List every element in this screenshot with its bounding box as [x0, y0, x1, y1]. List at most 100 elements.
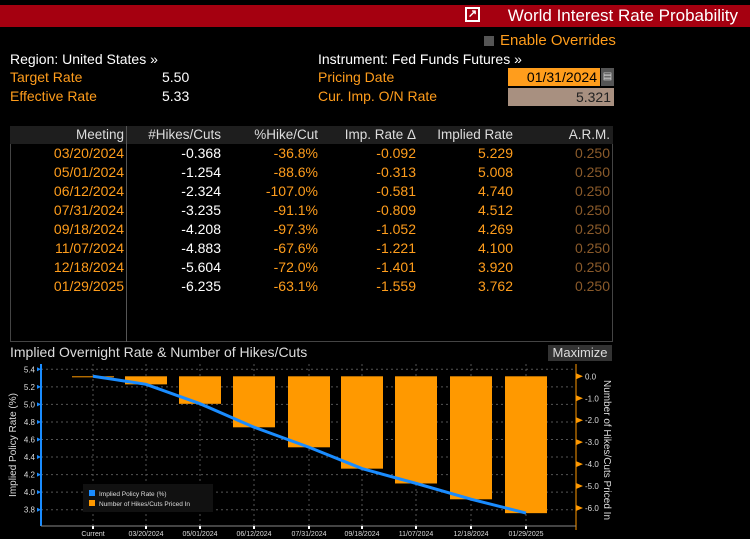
right-tick — [576, 505, 583, 511]
target-rate-value: 5.50 — [162, 69, 190, 85]
right-tick — [576, 483, 583, 490]
column-header[interactable]: Meeting — [26, 126, 124, 144]
y2-axis-label: Number of Hikes/Cuts Priced In — [601, 380, 612, 520]
table-cell: 0.250 — [574, 240, 610, 256]
table-cell: 09/18/2024 — [53, 221, 124, 237]
page-title: World Interest Rate Probability — [507, 6, 738, 25]
table-cell: 5.008 — [477, 164, 513, 180]
table-cell: 03/20/2024 — [53, 145, 124, 161]
x-tick — [199, 526, 201, 529]
x-tick-label: 03/20/2024 — [128, 531, 163, 538]
pricing-date-input[interactable]: 01/31/2024 — [508, 68, 600, 86]
table-cell: 4.740 — [477, 183, 513, 199]
right-tick — [576, 373, 583, 380]
bar — [505, 376, 547, 514]
legend-swatch-line — [89, 490, 95, 496]
table-cell: 0.250 — [574, 259, 610, 275]
legend-label: Implied Policy Rate (%) — [99, 491, 167, 498]
table-cell: -0.809 — [376, 202, 416, 218]
table-cell: 4.269 — [477, 221, 513, 237]
x-tick-label: 09/18/2024 — [344, 531, 379, 538]
table-cell: 4.512 — [477, 202, 513, 218]
x-tick-label: 01/29/2025 — [508, 531, 543, 538]
table-cell: -1.221 — [376, 240, 416, 256]
left-tick-label: 5.0 — [24, 400, 36, 409]
table-cell: -2.324 — [181, 183, 221, 199]
right-tick-label: -5.0 — [585, 482, 599, 491]
table-cell: 0.250 — [574, 164, 610, 180]
left-tick-label: 5.2 — [24, 383, 36, 392]
instrument-selector[interactable]: Instrument: Fed Funds Futures » — [318, 51, 522, 67]
table-cell: 0.250 — [574, 221, 610, 237]
external-link-icon[interactable]: ↗ — [465, 7, 480, 22]
left-tick-label: 5.4 — [24, 365, 36, 374]
table-cell: 12/18/2024 — [53, 259, 124, 275]
right-tick-label: 0.0 — [585, 372, 597, 381]
x-tick-label: 05/01/2024 — [182, 531, 217, 538]
table-cell: -91.1% — [273, 202, 318, 218]
table-cell: -1.254 — [181, 164, 221, 180]
right-tick — [576, 439, 583, 446]
right-tick — [576, 417, 583, 424]
effective-rate-label: Effective Rate — [10, 88, 97, 104]
x-tick — [308, 526, 310, 529]
table-cell: -107.0% — [265, 183, 318, 199]
table-cell: 0.250 — [574, 202, 610, 218]
table-cell: 3.762 — [477, 278, 513, 294]
table-cell: -72.0% — [273, 259, 318, 275]
table-cell: 11/07/2024 — [54, 240, 124, 256]
y-axis-label: Implied Policy Rate (%) — [8, 393, 19, 497]
right-tick — [576, 395, 583, 402]
legend-label: Number of Hikes/Cuts Priced In — [99, 501, 190, 508]
maximize-button[interactable]: Maximize — [548, 345, 612, 361]
column-header[interactable]: %Hike/Cut — [220, 126, 318, 144]
table-cell: 5.229 — [477, 145, 513, 161]
table-cell: 3.920 — [477, 259, 513, 275]
table-cell: -5.604 — [181, 259, 221, 275]
x-tick-label: 07/31/2024 — [291, 531, 326, 538]
right-tick-label: -2.0 — [585, 416, 599, 425]
right-tick — [576, 461, 583, 468]
left-tick-label: 4.4 — [24, 453, 36, 462]
table-cell: -1.559 — [376, 278, 416, 294]
left-tick-label: 3.8 — [24, 506, 36, 515]
table-cell: 01/29/2025 — [53, 278, 124, 294]
bar — [288, 376, 330, 448]
x-tick-label: Current — [81, 531, 104, 538]
x-tick — [361, 526, 363, 529]
x-tick-label: 12/18/2024 — [453, 531, 488, 538]
table-cell: 0.250 — [574, 145, 610, 161]
right-tick-label: -3.0 — [585, 438, 599, 447]
calendar-icon[interactable]: ▤ — [601, 68, 614, 86]
table-cell: -4.208 — [181, 221, 221, 237]
table-cell: -88.6% — [273, 164, 318, 180]
cur-imp-rate-field[interactable]: 5.321 — [508, 88, 614, 106]
table-cell: -0.581 — [376, 183, 416, 199]
right-tick-label: -4.0 — [585, 460, 599, 469]
table-cell: -0.313 — [376, 164, 416, 180]
table-cell: -1.052 — [376, 221, 416, 237]
left-tick-label: 4.0 — [24, 488, 36, 497]
table-cell: -0.092 — [376, 145, 416, 161]
table-cell: -0.368 — [181, 145, 221, 161]
column-header[interactable]: Imp. Rate Δ — [318, 126, 416, 144]
chart-title: Implied Overnight Rate & Number of Hikes… — [10, 344, 308, 360]
enable-overrides-checkbox[interactable] — [484, 36, 494, 46]
right-tick-label: -1.0 — [585, 394, 599, 403]
column-header[interactable]: #Hikes/Cuts — [123, 126, 221, 144]
right-tick-label: -6.0 — [585, 504, 599, 513]
enable-overrides-label[interactable]: Enable Overrides — [500, 32, 616, 49]
table-cell: -6.235 — [181, 278, 221, 294]
bar — [341, 376, 383, 469]
region-selector[interactable]: Region: United States » — [10, 51, 158, 67]
table-cell: -63.1% — [273, 278, 318, 294]
x-tick — [92, 526, 94, 529]
column-header[interactable]: Implied Rate — [415, 126, 513, 144]
x-tick — [415, 526, 417, 529]
column-header[interactable]: A.R.M. — [512, 126, 610, 144]
table-cell: -67.6% — [273, 240, 318, 256]
table-cell: 0.250 — [574, 278, 610, 294]
x-tick — [525, 526, 527, 529]
x-tick-label: 11/07/2024 — [399, 531, 434, 538]
x-tick — [145, 526, 147, 529]
